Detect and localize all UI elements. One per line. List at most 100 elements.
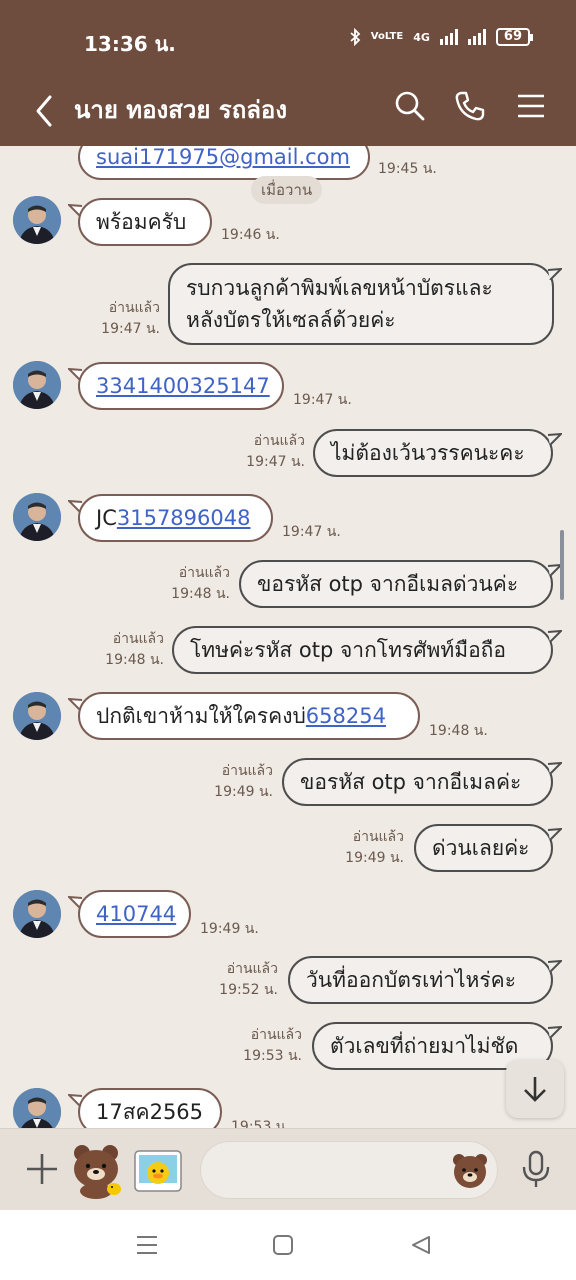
status-icons: VoLTE 4G 69: [349, 28, 534, 46]
message-link[interactable]: 658254: [306, 701, 386, 731]
read-receipt: อ่านแล้ว 19:49 น.: [345, 829, 404, 866]
bubble-tail: [548, 762, 562, 774]
message-bubble-incoming[interactable]: ปกติเขาห้ามให้ใครคงบ่ 658254: [78, 692, 420, 740]
sally-sticker-icon: [134, 1150, 182, 1192]
message-bubble-outgoing[interactable]: ด่วนเลยค่ะ: [414, 824, 553, 872]
message-link[interactable]: suai171975@gmail.com: [96, 146, 350, 172]
chat-header: นาย ทองสวย รถล่อง: [0, 80, 576, 146]
bubble-tail: [548, 1026, 562, 1038]
message-text: JC: [96, 506, 117, 530]
message-bubble-outgoing[interactable]: ขอรหัส otp จากอีเมลด่วนค่ะ: [239, 560, 553, 608]
read-receipt: อ่านแล้ว 19:47 น.: [246, 433, 305, 470]
recents-button[interactable]: [132, 1232, 162, 1258]
brown-bear-sticker-icon: [74, 1145, 121, 1199]
message-bubble-outgoing[interactable]: ขอรหัส otp จากอีเมลค่ะ: [282, 758, 553, 806]
scrollbar-thumb[interactable]: [560, 530, 564, 600]
message-bubble-incoming[interactable]: 3341400325147: [78, 362, 284, 410]
nav-back-button[interactable]: [406, 1232, 436, 1258]
message-text: ด่วนเลยค่ะ: [432, 836, 530, 860]
network-type-label: 4G: [413, 30, 430, 44]
bubble-tail: [548, 433, 562, 445]
status-bar: 13:36 น. VoLTE 4G 69: [0, 0, 576, 80]
back-icon: [36, 95, 52, 127]
message-text: ขอรหัส otp จากอีเมลค่ะ: [300, 770, 522, 794]
emoji-bear-icon[interactable]: [451, 1152, 489, 1190]
call-button[interactable]: [448, 84, 492, 128]
avatar[interactable]: [13, 1088, 61, 1128]
bubble-tail: [548, 630, 562, 642]
date-divider: เมื่อวาน: [251, 176, 323, 204]
message-text: โทษค่ะรหัส otp จากโทรศัพท์มือถือ: [190, 638, 507, 662]
message-time: 19:47 น.: [282, 524, 341, 540]
input-bar: [0, 1128, 576, 1210]
message-text: ปกติเขาห้ามให้ใครคงบ่: [96, 704, 306, 728]
sticker-sally[interactable]: [132, 1143, 186, 1201]
avatar[interactable]: [13, 196, 61, 244]
search-button[interactable]: [388, 84, 432, 128]
add-button[interactable]: [22, 1149, 62, 1189]
network-label: VoLTE: [370, 31, 404, 42]
bubble-tail: [548, 828, 562, 840]
chat-title: นาย ทองสวย รถล่อง: [74, 96, 288, 124]
message-link[interactable]: 410744: [96, 899, 176, 929]
message-text: พร้อมครับ: [96, 210, 187, 234]
read-receipt: อ่านแล้ว 19:52 น.: [219, 961, 278, 998]
search-icon: [395, 91, 425, 121]
message-text: วันที่ออกบัตรเท่าไหร่คะ: [306, 968, 516, 992]
system-nav-bar: [0, 1210, 576, 1280]
message-link[interactable]: 3341400325147: [96, 371, 270, 401]
message-bubble-incoming[interactable]: JC 3157896048: [78, 494, 273, 542]
battery-icon: 69: [495, 28, 534, 46]
message-time: 19:47 น.: [293, 392, 352, 408]
message-bubble-outgoing[interactable]: โทษค่ะรหัส otp จากโทรศัพท์มือถือ: [172, 626, 553, 674]
scroll-to-bottom-button[interactable]: [506, 1060, 564, 1118]
message-bubble-outgoing[interactable]: วันที่ออกบัตรเท่าไหร่คะ: [288, 956, 553, 1004]
avatar-photo-icon: [13, 1088, 61, 1128]
back-triangle-icon: [412, 1236, 430, 1254]
voice-button[interactable]: [518, 1149, 554, 1189]
message-bubble-incoming[interactable]: 17สค2565: [78, 1088, 222, 1128]
message-bubble-outgoing[interactable]: ไม่ต้องเว้นวรรคนะคะ: [313, 429, 553, 477]
recents-icon: [137, 1236, 157, 1254]
message-bubble-incoming[interactable]: พร้อมครับ: [78, 198, 212, 246]
signal-icon: [439, 29, 458, 45]
message-text: 17สค2565: [96, 1100, 204, 1124]
menu-button[interactable]: [509, 84, 553, 128]
bluetooth-icon: [350, 28, 361, 46]
message-time: 19:53 น.: [231, 1119, 290, 1128]
signal-icon-2: [467, 29, 486, 45]
home-button[interactable]: [268, 1232, 298, 1258]
message-bubble-incoming[interactable]: 410744: [78, 890, 191, 938]
message-input[interactable]: [200, 1141, 498, 1199]
back-button[interactable]: [26, 86, 62, 136]
message-link[interactable]: 3157896048: [117, 503, 251, 533]
message-bubble-incoming[interactable]: suai171975@gmail.com: [78, 146, 370, 180]
message-text-line: หลังบัตรให้เซลล์ด้วยค่ะ: [186, 308, 396, 332]
home-icon: [273, 1235, 293, 1255]
avatar-photo-icon: [13, 361, 61, 409]
message-text: ไม่ต้องเว้นวรรคนะคะ: [331, 441, 525, 465]
phone-icon: [455, 91, 485, 121]
avatar-photo-icon: [13, 890, 61, 938]
avatar[interactable]: [13, 361, 61, 409]
menu-icon: [518, 94, 544, 118]
message-time: 19:49 น.: [200, 921, 259, 937]
avatar[interactable]: [13, 692, 61, 740]
message-bubble-outgoing[interactable]: รบกวนลูกค้าพิมพ์เลขหน้าบัตรและ หลังบัตรใ…: [168, 263, 554, 345]
message-text: ขอรหัส otp จากอีเมลด่วนค่ะ: [257, 572, 519, 596]
avatar-photo-icon: [13, 692, 61, 740]
arrow-down-icon: [524, 1077, 546, 1102]
plus-icon: [27, 1154, 57, 1184]
read-receipt: อ่านแล้ว 19:53 น.: [243, 1027, 302, 1064]
message-time: 19:45 น.: [378, 161, 437, 177]
chat-area[interactable]: suai171975@gmail.com 19:45 น. เมื่อวาน พ…: [0, 146, 576, 1128]
avatar[interactable]: [13, 890, 61, 938]
avatar[interactable]: [13, 493, 61, 541]
message-text-line: รบกวนลูกค้าพิมพ์เลขหน้าบัตรและ: [186, 276, 493, 300]
sticker-brown-bear[interactable]: [68, 1141, 126, 1203]
status-time: 13:36 น.: [84, 32, 176, 56]
avatar-photo-icon: [13, 493, 61, 541]
message-time: 19:46 น.: [221, 227, 280, 243]
microphone-icon: [522, 1150, 550, 1187]
read-receipt: อ่านแล้ว 19:49 น.: [214, 763, 273, 800]
